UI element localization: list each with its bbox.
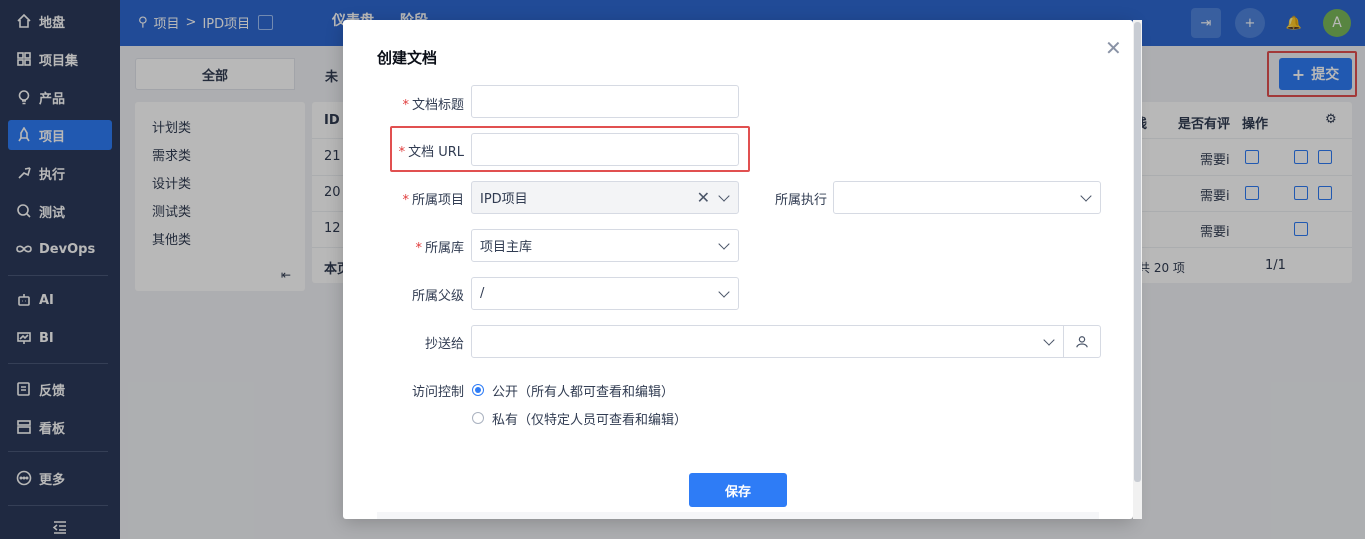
radio-private-label[interactable]: 私有（仅特定人员可查看和编辑）	[492, 409, 687, 428]
execution-label: 所属执行	[774, 193, 827, 208]
radio-private[interactable]	[472, 412, 484, 424]
parent-value: /	[480, 286, 485, 301]
chevron-down-icon	[718, 190, 730, 202]
clear-icon[interactable]: ✕	[697, 188, 710, 207]
doc-title-input[interactable]	[471, 85, 739, 118]
doc-title-label: * 文档标题	[402, 98, 464, 113]
cc-select[interactable]	[471, 325, 1064, 358]
modal-scrollbar[interactable]	[1133, 20, 1142, 519]
project-label: * 所属项目	[402, 193, 464, 208]
library-label: * 所属库	[415, 241, 464, 256]
project-value: IPD项目	[480, 192, 528, 207]
doc-url-label: * 文档 URL	[398, 145, 464, 160]
close-icon[interactable]: ✕	[1105, 38, 1122, 58]
library-value: 项目主库	[480, 240, 533, 255]
radio-public[interactable]	[472, 384, 484, 396]
scroll-thumb[interactable]	[1134, 22, 1141, 482]
project-select[interactable]: IPD项目 ✕	[471, 181, 739, 214]
execution-select[interactable]	[833, 181, 1101, 214]
chevron-down-icon	[1043, 334, 1055, 346]
chevron-down-icon	[718, 286, 730, 298]
contacts-icon[interactable]	[1063, 325, 1101, 358]
library-select[interactable]: 项目主库	[471, 229, 739, 262]
modal-footer-strip	[377, 512, 1099, 519]
modal-title: 创建文档	[377, 49, 438, 67]
save-button[interactable]: 保存	[689, 473, 787, 507]
doc-url-input[interactable]	[471, 133, 739, 166]
parent-select[interactable]: /	[471, 277, 739, 310]
access-label: 访问控制	[411, 385, 464, 400]
cc-label: 抄送给	[424, 337, 464, 352]
parent-label: 所属父级	[411, 289, 464, 304]
chevron-down-icon	[718, 238, 730, 250]
radio-public-label[interactable]: 公开（所有人都可查看和编辑）	[492, 381, 674, 400]
create-doc-modal: 创建文档 ✕ * 文档标题 * 文档 URL * 所属项目 IPD项目 ✕ 所属执行 …	[343, 20, 1142, 519]
chevron-down-icon	[1080, 190, 1092, 202]
